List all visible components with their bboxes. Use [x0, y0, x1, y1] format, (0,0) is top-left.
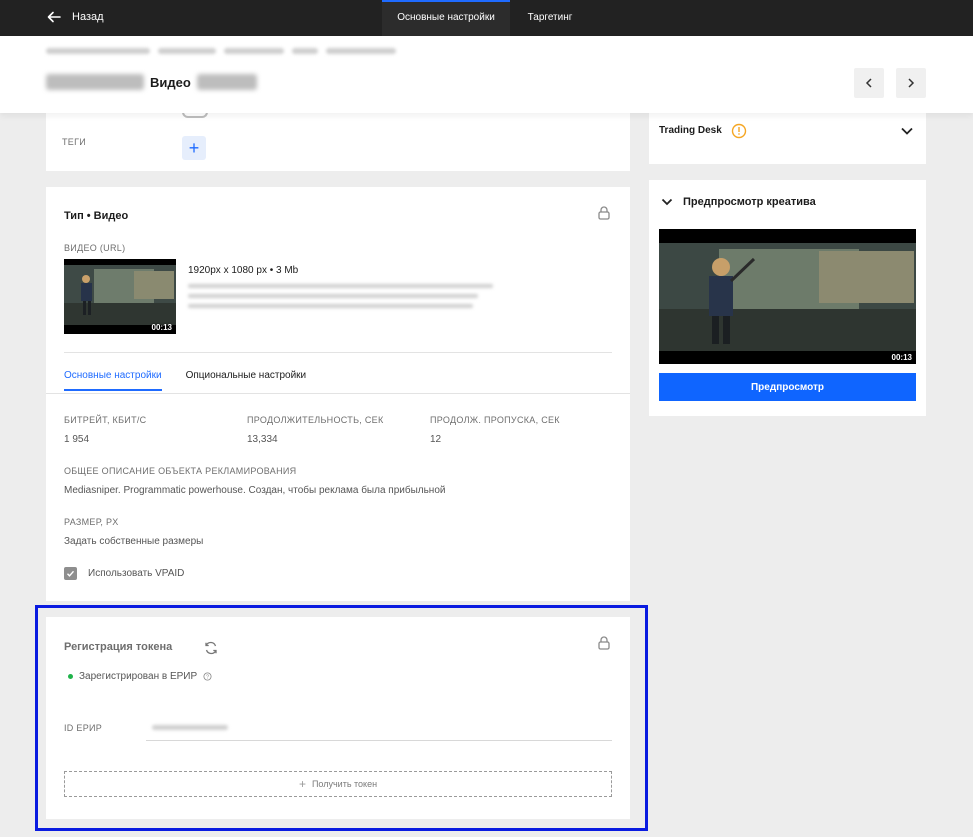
status-dot	[68, 674, 73, 679]
field-duration: ПРОДОЛЖИТЕЛЬНОСТЬ, СЕК 13,334	[247, 415, 384, 445]
creative-preview-card: Предпросмотр креатива 00:13 Предпросмотр	[649, 180, 926, 416]
size-label: РАЗМЕР, PX	[64, 517, 119, 527]
bitrate-label: БИТРЕЙТ, КБИТ/С	[64, 415, 147, 425]
preview-button-label: Предпросмотр	[750, 381, 825, 393]
status-text: Зарегистрирован в ЕРИР	[79, 671, 198, 682]
token-card-title: Регистрация токена	[64, 641, 173, 653]
trading-desk-label: Trading Desk	[659, 125, 722, 136]
bitrate-value: 1 954	[64, 434, 90, 445]
type-card-title: Тип • Видео	[64, 210, 129, 222]
token-registration-card: Регистрация токена Зарегистрирован в ЕРИ…	[46, 617, 630, 819]
description-value: Mediasniper. Programmatic powerhouse. Со…	[64, 485, 446, 496]
next-button[interactable]	[896, 68, 926, 98]
video-meta: 1920px x 1080 px • 3 Mb	[188, 265, 299, 276]
warning-icon	[731, 123, 747, 139]
top-bar: Назад Основные настройки Таргетинг	[0, 0, 973, 36]
breadcrumb-item[interactable]	[326, 48, 396, 54]
get-token-button[interactable]: + Получить токен	[64, 771, 612, 797]
divider	[64, 352, 612, 353]
settings-tabs: Основные настройки Опциональные настройк…	[64, 370, 306, 391]
breadcrumb-item[interactable]	[292, 48, 318, 54]
erir-status: Зарегистрирован в ЕРИР ?	[68, 671, 212, 682]
plus-icon: +	[188, 137, 200, 158]
back-label: Назад	[72, 11, 104, 23]
chevron-down-icon[interactable]	[900, 125, 914, 137]
title-text: Видео	[150, 74, 191, 90]
tab-basic-settings[interactable]: Основные настройки	[64, 370, 162, 391]
svg-text:?: ?	[206, 675, 209, 681]
arrow-left-icon	[47, 11, 61, 23]
plus-icon: +	[298, 777, 306, 791]
breadcrumb	[46, 48, 396, 54]
tab-main-settings[interactable]: Основные настройки	[382, 0, 510, 36]
skip-duration-value: 12	[430, 434, 442, 445]
skip-duration-label: ПРОДОЛЖ. ПРОПУСКА, СЕК	[430, 415, 560, 425]
help-icon[interactable]: ?	[203, 672, 212, 681]
erir-id-input[interactable]	[146, 717, 612, 741]
preview-video[interactable]: 00:13	[659, 229, 916, 364]
type-card: Тип • Видео ВИДЕО (URL) 00:13 1920px x 1…	[46, 187, 630, 601]
tags-label: ТЕГИ	[62, 137, 87, 147]
get-token-label: Получить токен	[311, 779, 378, 789]
preview-title: Предпросмотр креатива	[683, 196, 816, 208]
tab-optional-settings[interactable]: Опциональные настройки	[186, 370, 307, 391]
check-icon	[67, 570, 75, 577]
chevron-left-icon	[865, 78, 872, 88]
lock-icon	[598, 636, 610, 650]
duration-value: 13,334	[247, 434, 278, 445]
video-url-redacted[interactable]	[188, 284, 493, 308]
breadcrumb-item[interactable]	[224, 48, 284, 54]
refresh-icon[interactable]	[204, 641, 218, 655]
description-label: ОБЩЕЕ ОПИСАНИЕ ОБЪЕКТА РЕКЛАМИРОВАНИЯ	[64, 466, 297, 476]
tags-card: ТЕГИ +	[46, 109, 630, 171]
prev-button[interactable]	[854, 68, 884, 98]
tab-main-settings-label: Основные настройки	[397, 12, 495, 23]
custom-size-link[interactable]: Задать собственные размеры	[64, 536, 203, 547]
vpaid-label: Использовать VPAID	[88, 568, 185, 579]
field-skip-duration: ПРОДОЛЖ. ПРОПУСКА, СЕК 12	[430, 415, 560, 445]
preview-duration: 00:13	[891, 353, 912, 362]
tab-targeting[interactable]: Таргетинг	[510, 0, 590, 36]
tabs-divider	[46, 393, 630, 394]
video-frame-image	[659, 229, 916, 364]
title-redacted	[196, 74, 257, 90]
thumb-duration: 00:13	[151, 323, 172, 332]
video-url-label: ВИДЕО (URL)	[64, 243, 126, 253]
field-bitrate: БИТРЕЙТ, КБИТ/С 1 954	[64, 415, 146, 445]
page-title: Видео	[46, 74, 257, 90]
duration-label: ПРОДОЛЖИТЕЛЬНОСТЬ, СЕК	[247, 415, 384, 425]
title-redacted	[46, 74, 144, 90]
field-description: ОБЩЕЕ ОПИСАНИЕ ОБЪЕКТА РЕКЛАМИРОВАНИЯ Me…	[64, 466, 445, 496]
add-tag-button[interactable]: +	[182, 136, 206, 160]
tab-targeting-label: Таргетинг	[527, 12, 573, 23]
field-size: РАЗМЕР, PX Задать собственные размеры	[64, 517, 203, 547]
lock-icon	[598, 206, 610, 220]
erir-id-redacted	[152, 725, 228, 730]
preview-button[interactable]: Предпросмотр	[659, 373, 916, 401]
page-header: Видео	[0, 36, 973, 113]
trading-desk-card[interactable]: Trading Desk	[649, 113, 926, 164]
breadcrumb-item[interactable]	[158, 48, 216, 54]
video-thumbnail[interactable]: 00:13	[64, 259, 176, 334]
chevron-right-icon	[908, 78, 915, 88]
breadcrumb-item[interactable]	[46, 48, 150, 54]
erir-id-label: ID ЕРИР	[64, 723, 103, 733]
vpaid-checkbox[interactable]	[64, 567, 77, 580]
chevron-down-icon[interactable]	[661, 197, 673, 207]
back-button[interactable]: Назад	[46, 9, 104, 25]
